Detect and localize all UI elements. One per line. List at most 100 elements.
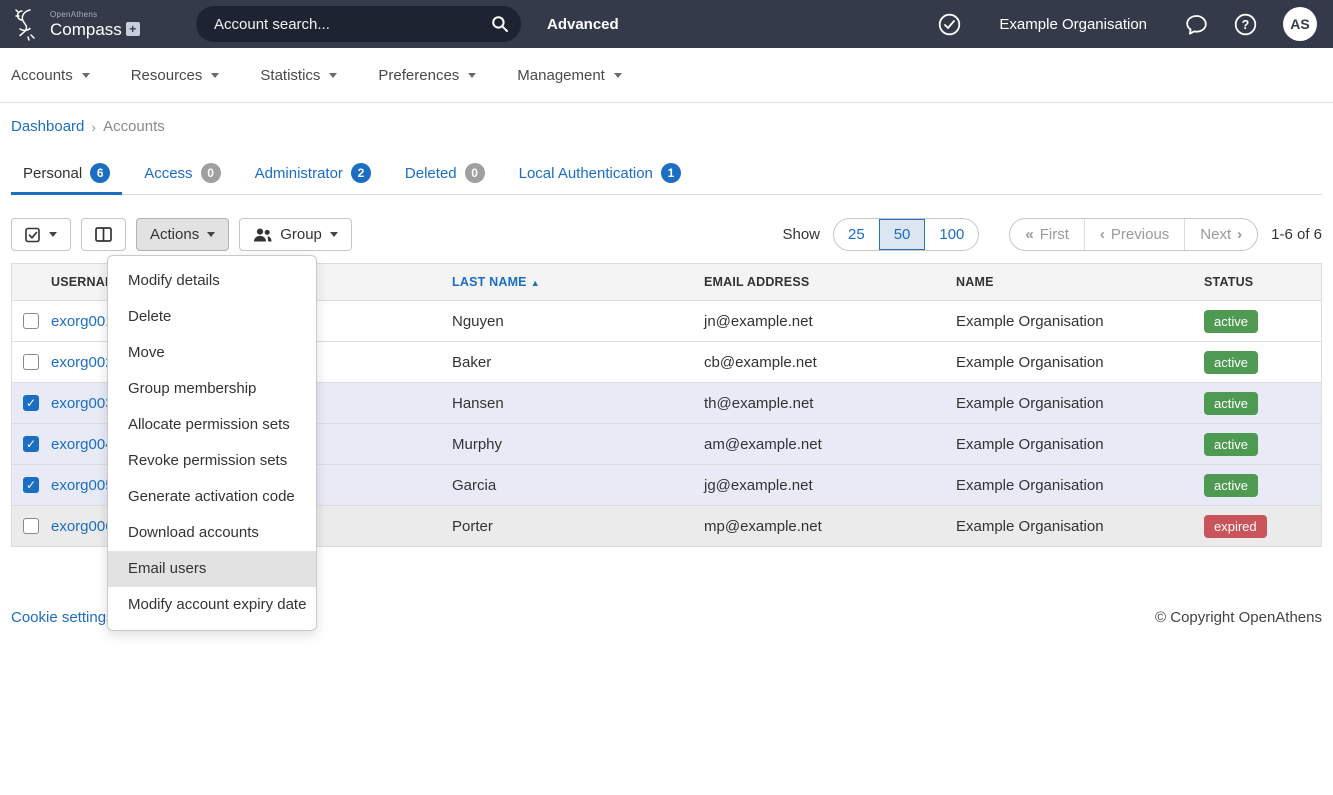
search-button[interactable] [485, 9, 515, 39]
nav-item-statistics[interactable]: Statistics [260, 67, 337, 84]
org-name-cell: Example Organisation [956, 313, 1204, 330]
org-name-cell: Example Organisation [956, 354, 1204, 371]
row-checkbox[interactable] [23, 518, 39, 534]
nav-item-management[interactable]: Management [517, 67, 622, 84]
chevron-glyph: ‹ [1100, 226, 1105, 243]
compass-plus-icon: + [126, 22, 140, 36]
nav-item-label: Management [517, 67, 605, 84]
row-checkbox[interactable]: ✓ [23, 395, 39, 411]
actions-dropdown-button[interactable]: Actions [136, 218, 229, 251]
status-badge: active [1204, 474, 1258, 497]
tab-label: Personal [23, 165, 82, 182]
menu-item-modify-details[interactable]: Modify details [108, 263, 316, 299]
columns-button[interactable] [81, 218, 126, 251]
account-tabs: Personal6 Access0 Administrator2 Deleted 0 Lo… [11, 163, 1322, 195]
select-all-button[interactable] [11, 218, 71, 251]
page-nav-label: Next [1200, 226, 1231, 243]
email-cell: th@example.net [704, 395, 956, 412]
page-nav-next[interactable]: Next› [1184, 219, 1257, 250]
page-size-50[interactable]: 50 [879, 219, 926, 250]
status-badge: active [1204, 351, 1258, 374]
menu-item-group-membership[interactable]: Group membership [108, 371, 316, 407]
tab-label: Deleted [405, 165, 457, 182]
page-nav-previous[interactable]: ‹ Previous [1084, 219, 1184, 250]
last-name-cell: Baker [452, 354, 704, 371]
group-dropdown-button[interactable]: Group [239, 218, 352, 251]
openathens-mark-icon [8, 4, 46, 44]
last-name-cell: Garcia [452, 477, 704, 494]
status-cell: active [1204, 392, 1321, 415]
org-name-cell: Example Organisation [956, 477, 1204, 494]
status-cell: expired [1204, 515, 1321, 538]
account-search-input[interactable] [214, 16, 485, 33]
breadcrumb-current: Accounts [103, 118, 165, 135]
status-check-button[interactable] [938, 13, 961, 36]
sort-ascending-icon: ▲ [531, 278, 540, 288]
page-size-100[interactable]: 100 [925, 219, 978, 250]
advanced-search-link[interactable]: Advanced [547, 16, 619, 33]
row-checkbox[interactable] [23, 354, 39, 370]
checkbox-select-icon [25, 227, 41, 243]
menu-item-modify-account-expiry-date[interactable]: Modify account expiry date [108, 587, 316, 623]
cookie-settings-link[interactable]: Cookie settings [11, 609, 114, 626]
help-button[interactable]: ? [1234, 13, 1257, 36]
menu-item-generate-activation-code[interactable]: Generate activation code [108, 479, 316, 515]
chevron-glyph: « [1025, 226, 1033, 243]
menu-item-delete[interactable]: Delete [108, 299, 316, 335]
messages-button[interactable] [1185, 13, 1208, 36]
row-checkbox[interactable] [23, 313, 39, 329]
last-name-cell: Murphy [452, 436, 704, 453]
header-status[interactable]: STATUS [1204, 275, 1321, 289]
header-email[interactable]: EMAIL ADDRESS [704, 275, 956, 289]
nav-item-resources[interactable]: Resources [131, 67, 220, 84]
pagination: Show 2550100 «First‹PreviousNext› 1-6 of… [782, 218, 1322, 251]
nav-item-preferences[interactable]: Preferences [378, 67, 476, 84]
tab-label: Local Authentication [519, 165, 653, 182]
email-cell: jn@example.net [704, 313, 956, 330]
header-name[interactable]: NAME [956, 275, 1204, 289]
brand-openathens: OpenAthens [50, 11, 140, 19]
menu-item-download-accounts[interactable]: Download accounts [108, 515, 316, 551]
check-circle-icon [938, 13, 961, 36]
result-range: 1-6 of 6 [1271, 226, 1322, 243]
status-cell: active [1204, 433, 1321, 456]
menu-item-revoke-permission-sets[interactable]: Revoke permission sets [108, 443, 316, 479]
breadcrumb-dashboard-link[interactable]: Dashboard [11, 118, 84, 135]
tab-personal[interactable]: Personal6 [11, 163, 122, 195]
org-name-cell: Example Organisation [956, 518, 1204, 535]
nav-item-accounts[interactable]: Accounts [11, 67, 90, 84]
chat-bubble-icon [1185, 13, 1208, 36]
tab-label: Administrator [255, 165, 343, 182]
tab-local-authentication[interactable]: Local Authentication1 [507, 163, 693, 195]
help-circle-icon: ? [1234, 13, 1257, 36]
svg-text:?: ? [1242, 18, 1250, 32]
page-nav-first[interactable]: « First [1010, 219, 1084, 250]
page-size-25[interactable]: 25 [834, 219, 879, 250]
status-badge: active [1204, 392, 1258, 415]
row-checkbox[interactable]: ✓ [23, 477, 39, 493]
tab-administrator[interactable]: Administrator2 [243, 163, 383, 195]
openathens-logo[interactable]: OpenAthens Compass + [8, 4, 190, 44]
row-checkbox[interactable]: ✓ [23, 436, 39, 452]
last-name-cell: Hansen [452, 395, 704, 412]
menu-item-email-users[interactable]: Email users [108, 551, 316, 587]
menu-item-allocate-permission-sets[interactable]: Allocate permission sets [108, 407, 316, 443]
header-last-name[interactable]: LAST NAME▲ [452, 275, 704, 289]
user-avatar[interactable]: AS [1283, 7, 1317, 41]
organisation-name[interactable]: Example Organisation [999, 16, 1147, 33]
page-nav-label: Previous [1111, 226, 1169, 243]
org-name-cell: Example Organisation [956, 395, 1204, 412]
org-name-cell: Example Organisation [956, 436, 1204, 453]
page-nav-label: First [1040, 226, 1069, 243]
tab-count-badge: 0 [201, 163, 221, 183]
chevron-down-icon [49, 232, 57, 237]
columns-icon [95, 227, 112, 242]
last-name-cell: Porter [452, 518, 704, 535]
tab-access[interactable]: Access0 [132, 163, 232, 195]
status-cell: active [1204, 310, 1321, 333]
chevron-down-icon [211, 73, 219, 78]
tab-count-badge: 0 [465, 163, 485, 183]
status-badge: active [1204, 310, 1258, 333]
tab-deleted[interactable]: Deleted 0 [393, 163, 497, 195]
menu-item-move[interactable]: Move [108, 335, 316, 371]
